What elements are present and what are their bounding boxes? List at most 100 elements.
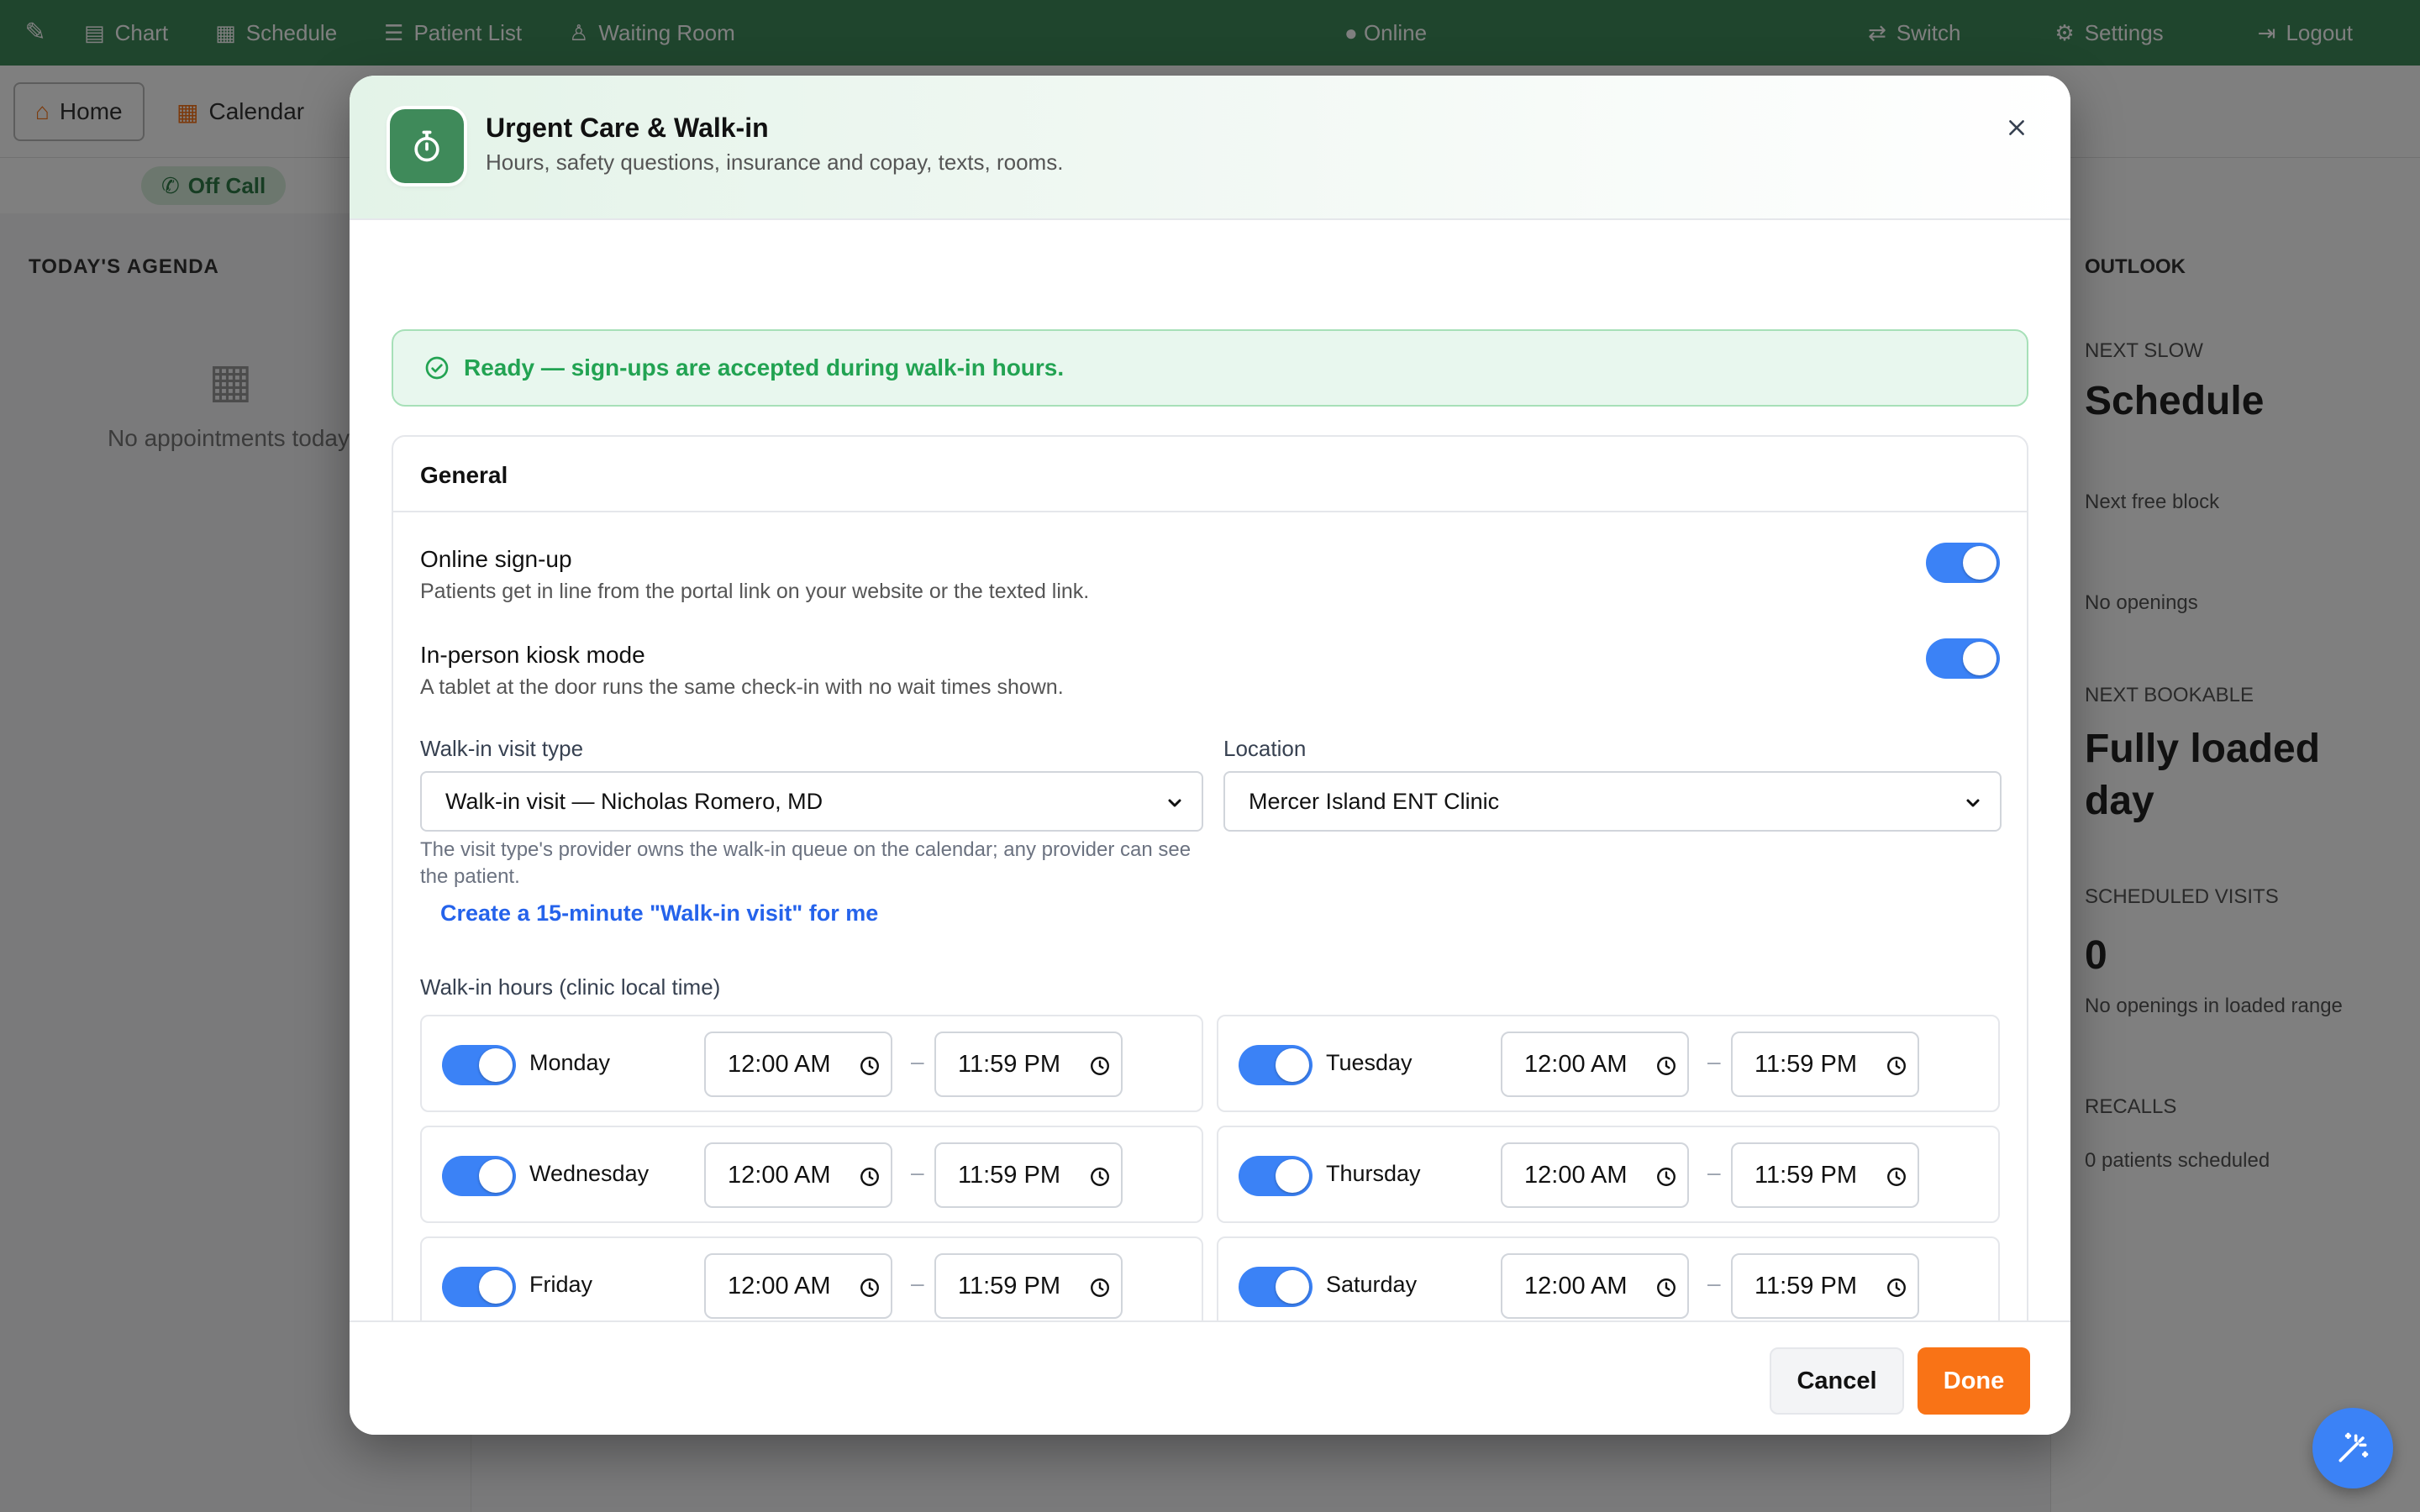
clock-icon[interactable] (1655, 1166, 1677, 1188)
clock-icon[interactable] (1655, 1277, 1677, 1299)
start-time-input[interactable]: 12:00 AM (1501, 1253, 1689, 1319)
magic-wand-icon (2338, 1432, 2369, 1462)
end-time-input[interactable]: 11:59 PM (934, 1142, 1123, 1208)
day-toggle[interactable] (1239, 1156, 1313, 1196)
clock-icon[interactable] (1886, 1055, 1907, 1077)
clock-icon[interactable] (859, 1166, 881, 1188)
end-time-value: 11:59 PM (1754, 1161, 1857, 1189)
start-time-value: 12:00 AM (728, 1050, 831, 1078)
day-name: Monday (529, 1050, 611, 1075)
toggle-knob (1963, 546, 1996, 580)
toggle-knob (1276, 1159, 1309, 1193)
toggle-knob (479, 1270, 513, 1304)
start-time-value: 12:00 AM (1524, 1050, 1628, 1078)
toggle-knob (1276, 1270, 1309, 1304)
stopwatch-icon-badge (390, 109, 464, 183)
dialog-footer: Cancel Done (350, 1320, 2070, 1435)
start-time-value: 12:00 AM (1524, 1161, 1628, 1189)
clock-icon[interactable] (1655, 1055, 1677, 1077)
chevron-down-icon (1168, 799, 1181, 807)
day-name: Saturday (1326, 1272, 1418, 1297)
visit-type-select[interactable]: Walk-in visit — Nicholas Romero, MD (420, 771, 1203, 832)
end-time-value: 11:59 PM (958, 1050, 1060, 1078)
day-toggle[interactable] (442, 1156, 516, 1196)
location-label: Location (1223, 736, 1307, 761)
day-row-tuesday: Tuesday 12:00 AM – 11:59 PM (1217, 1015, 2000, 1112)
end-time-value: 11:59 PM (958, 1272, 1060, 1299)
end-time-input[interactable]: 11:59 PM (1731, 1142, 1919, 1208)
day-row-monday: Monday 12:00 AM – 11:59 PM (420, 1015, 1203, 1112)
section-header: General (393, 437, 2027, 512)
day-toggle[interactable] (442, 1045, 516, 1085)
general-section: General Online sign-up Patients get in l… (392, 435, 2028, 1320)
online-signup-description: Patients get in line from the portal lin… (420, 580, 1090, 603)
kiosk-mode-label: In-person kiosk mode (420, 642, 645, 668)
start-time-value: 12:00 AM (1524, 1272, 1628, 1299)
end-time-input[interactable]: 11:59 PM (1731, 1032, 1919, 1097)
day-name: Tuesday (1326, 1050, 1413, 1075)
visit-type-hint: The visit type's provider owns the walk-… (420, 838, 1192, 888)
day-name: Thursday (1326, 1161, 1421, 1186)
online-signup-toggle[interactable] (1926, 543, 2000, 583)
clock-icon[interactable] (1089, 1166, 1111, 1188)
time-range-separator: – (1707, 1048, 1721, 1074)
day-name: Wednesday (529, 1161, 650, 1186)
day-row-thursday: Thursday 12:00 AM – 11:59 PM (1217, 1126, 2000, 1223)
end-time-input[interactable]: 11:59 PM (934, 1253, 1123, 1319)
time-range-separator: – (911, 1048, 924, 1074)
ready-banner: Ready — sign-ups are accepted during wal… (392, 329, 2028, 407)
start-time-input[interactable]: 12:00 AM (1501, 1032, 1689, 1097)
visit-type-label: Walk-in visit type (420, 736, 584, 761)
start-time-value: 12:00 AM (728, 1161, 831, 1189)
day-row-saturday: Saturday 12:00 AM – 11:59 PM (1217, 1236, 2000, 1320)
day-row-wednesday: Wednesday 12:00 AM – 11:59 PM (420, 1126, 1203, 1223)
day-toggle[interactable] (1239, 1045, 1313, 1085)
clock-icon[interactable] (859, 1277, 881, 1299)
day-row-friday: Friday 12:00 AM – 11:59 PM (420, 1236, 1203, 1320)
day-toggle[interactable] (1239, 1267, 1313, 1307)
clock-icon[interactable] (859, 1055, 881, 1077)
time-range-separator: – (1707, 1159, 1721, 1185)
check-circle-icon (425, 356, 449, 380)
close-button[interactable] (1998, 109, 2035, 146)
create-walk-in-visit-link[interactable]: Create a 15-minute "Walk-in visit" for m… (440, 900, 878, 927)
clock-icon[interactable] (1886, 1277, 1907, 1299)
section-title: General (420, 462, 508, 488)
start-time-input[interactable]: 12:00 AM (1501, 1142, 1689, 1208)
day-toggle[interactable] (442, 1267, 516, 1307)
time-range-separator: – (911, 1270, 924, 1296)
chevron-down-icon (1966, 799, 1980, 807)
kiosk-mode-toggle[interactable] (1926, 638, 2000, 679)
stopwatch-icon (414, 130, 439, 162)
end-time-input[interactable]: 11:59 PM (1731, 1253, 1919, 1319)
end-time-value: 11:59 PM (1754, 1050, 1857, 1078)
visit-type-value: Walk-in visit — Nicholas Romero, MD (445, 788, 823, 814)
dialog-subtitle: Hours, safety questions, insurance and c… (486, 150, 1064, 175)
dialog-body[interactable]: Ready — sign-ups are accepted during wal… (350, 220, 2070, 1320)
clock-icon[interactable] (1089, 1055, 1111, 1077)
dialog-title: Urgent Care & Walk-in (486, 113, 769, 143)
location-select[interactable]: Mercer Island ENT Clinic (1223, 771, 2002, 832)
day-name: Friday (529, 1272, 593, 1297)
done-button[interactable]: Done (1918, 1347, 2030, 1415)
location-value: Mercer Island ENT Clinic (1249, 788, 1500, 814)
banner-text: Ready — sign-ups are accepted during wal… (464, 354, 1065, 381)
magic-wand-button[interactable] (2312, 1408, 2393, 1488)
end-time-value: 11:59 PM (958, 1161, 1060, 1189)
clock-icon[interactable] (1089, 1277, 1111, 1299)
toggle-knob (1276, 1048, 1309, 1082)
start-time-value: 12:00 AM (728, 1272, 831, 1299)
time-range-separator: – (1707, 1270, 1721, 1296)
dialog-header: Urgent Care & Walk-in Hours, safety ques… (350, 76, 2070, 220)
end-time-input[interactable]: 11:59 PM (934, 1032, 1123, 1097)
online-signup-label: Online sign-up (420, 546, 572, 572)
urgent-care-dialog: Urgent Care & Walk-in Hours, safety ques… (350, 76, 2070, 1435)
clock-icon[interactable] (1886, 1166, 1907, 1188)
start-time-input[interactable]: 12:00 AM (704, 1142, 892, 1208)
cancel-button[interactable]: Cancel (1770, 1347, 1904, 1415)
start-time-input[interactable]: 12:00 AM (704, 1253, 892, 1319)
toggle-knob (1963, 642, 1996, 675)
start-time-input[interactable]: 12:00 AM (704, 1032, 892, 1097)
time-range-separator: – (911, 1159, 924, 1185)
toggle-knob (479, 1048, 513, 1082)
